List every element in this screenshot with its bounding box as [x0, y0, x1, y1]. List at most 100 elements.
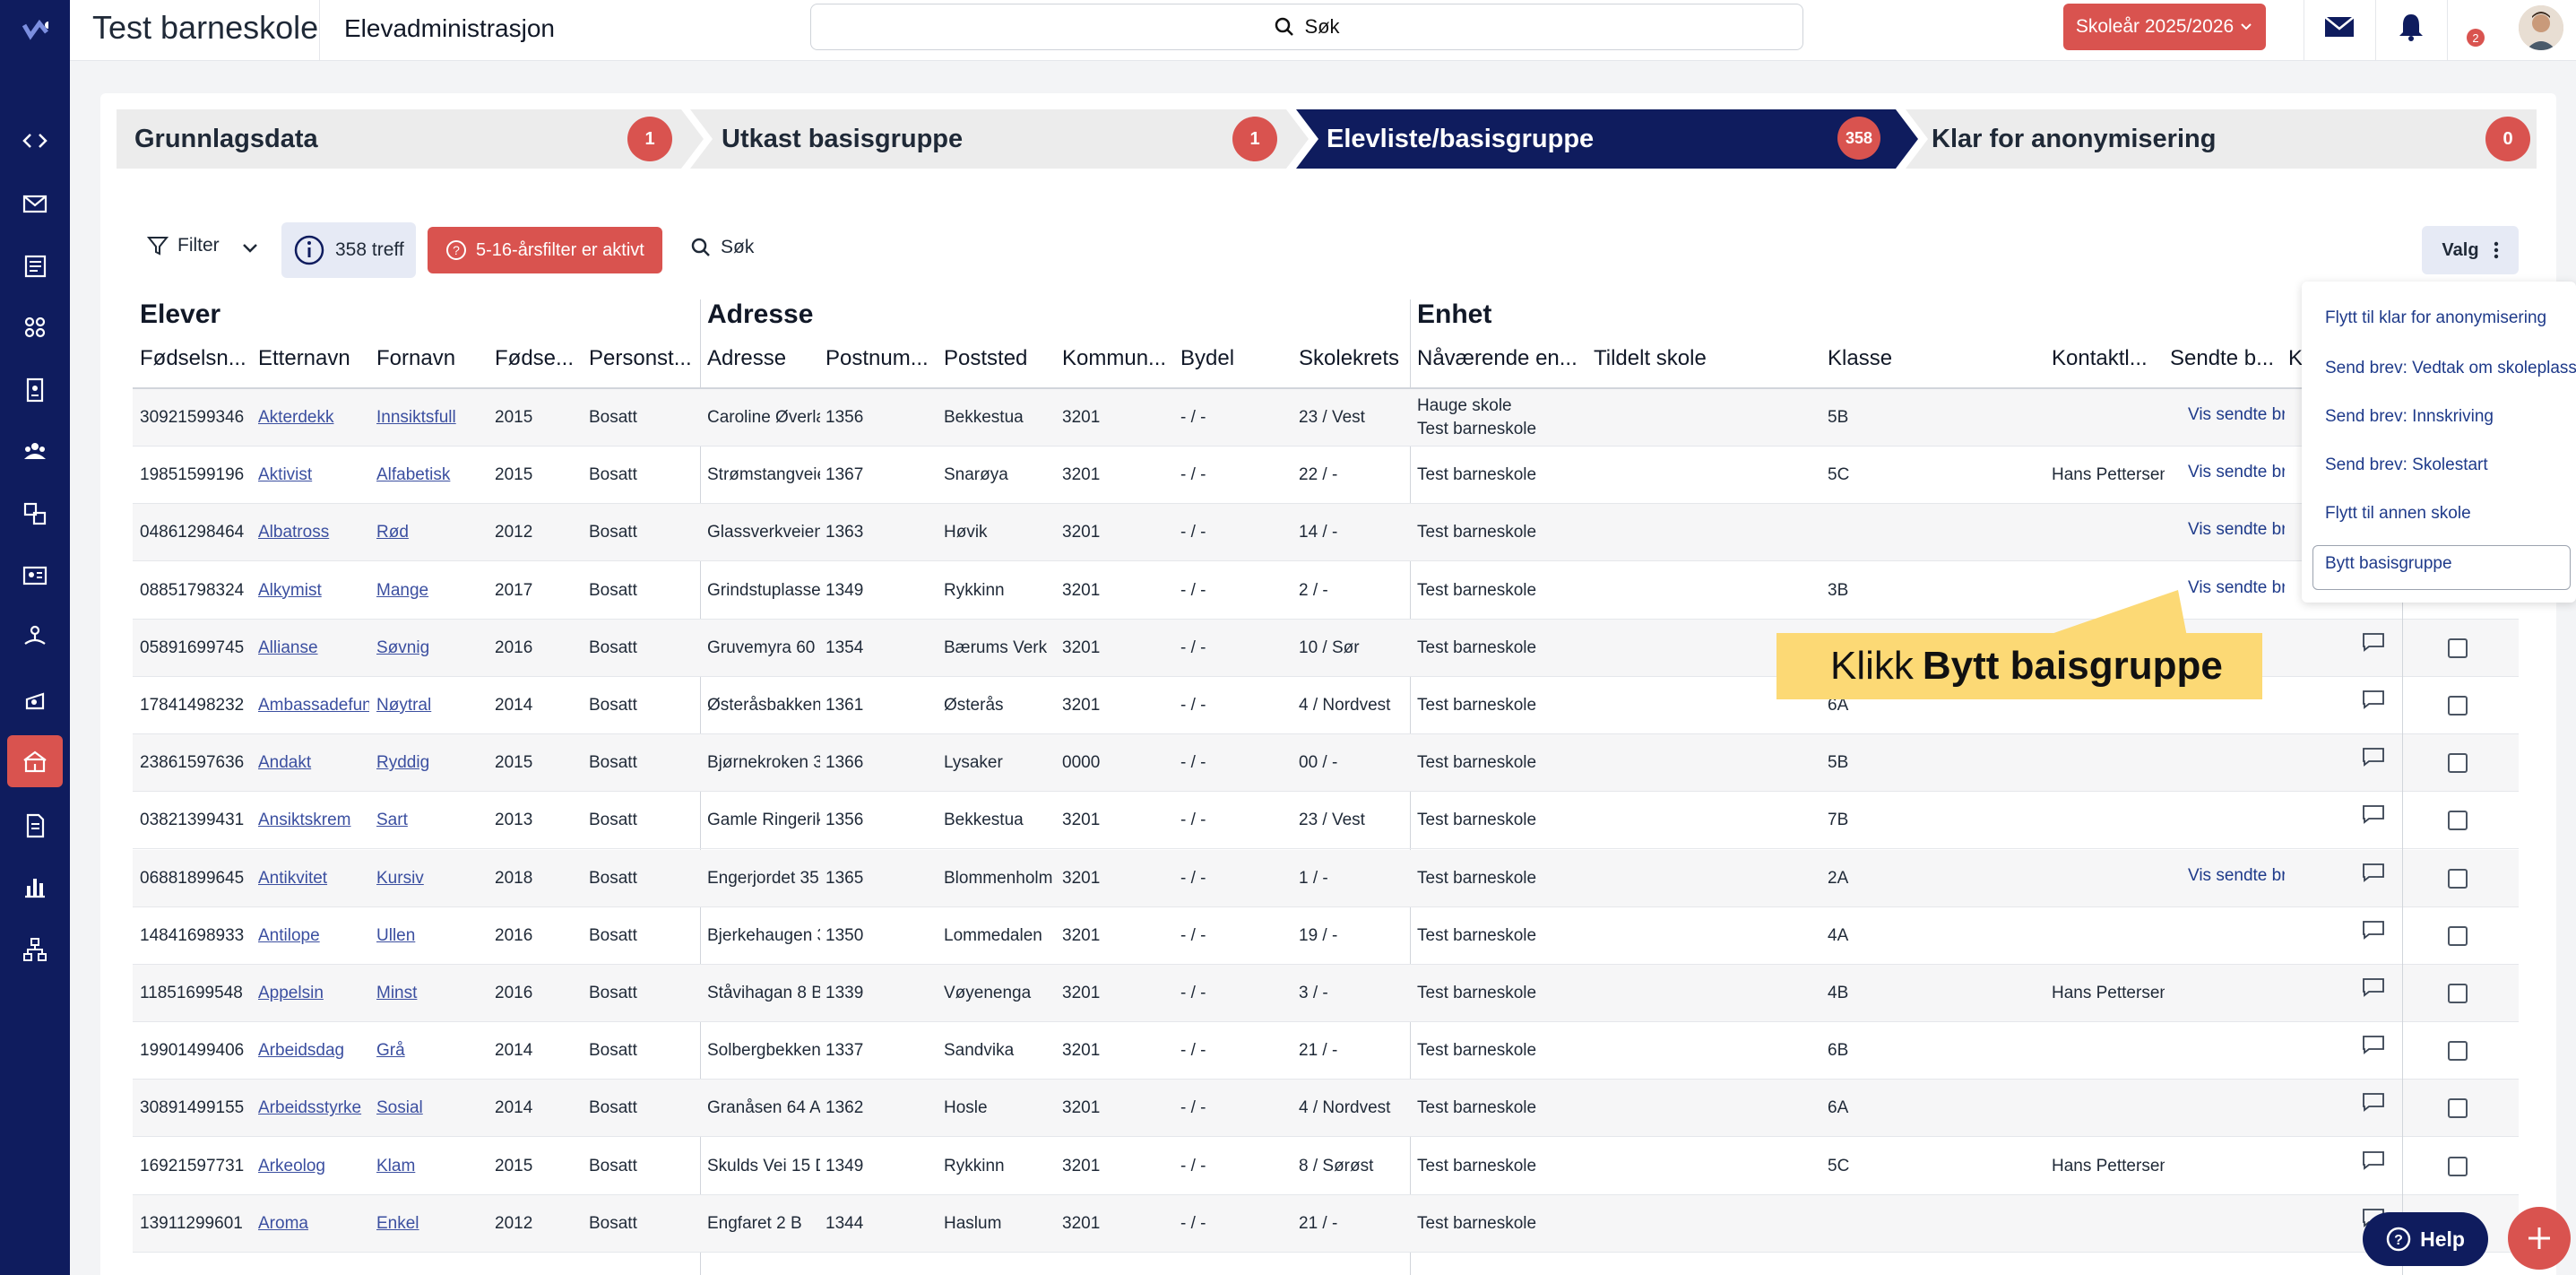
table-row[interactable]: 23861597636 Andakt Ryddig 2015 Bosatt Bjørnek…	[133, 734, 2519, 793]
sidebar-item-flow[interactable]	[0, 611, 70, 664]
column-header[interactable]: Fødselsn...	[140, 346, 256, 371]
row-checkbox[interactable]	[2448, 1098, 2468, 1119]
cell-etternavn[interactable]: Ansiktskrem	[258, 792, 369, 849]
comment-icon[interactable]	[2362, 1150, 2385, 1170]
sidebar-item-org[interactable]	[0, 924, 70, 976]
comment-icon[interactable]	[2362, 1092, 2385, 1113]
comment-icon[interactable]	[2362, 977, 2385, 997]
column-header[interactable]: Etternavn	[258, 346, 373, 371]
vis-sendte-brev-link[interactable]	[2170, 965, 2285, 1022]
column-header[interactable]: Kommun...	[1062, 346, 1179, 371]
cell-fornavn[interactable]: Nøytral	[376, 677, 489, 734]
sidebar-item-logo[interactable]	[0, 4, 70, 56]
column-header[interactable]: Bydel	[1180, 346, 1295, 371]
table-row[interactable]: 19851599196 Aktivist Alfabetisk 2015 Bosatt S…	[133, 447, 2519, 505]
step-elevliste-basisgruppe[interactable]: Elevliste/basisgruppe 358	[1309, 109, 1896, 169]
cell-fornavn[interactable]: Rød	[376, 504, 489, 561]
vis-sendte-brev-link[interactable]	[2170, 907, 2285, 965]
column-header[interactable]: Adresse	[707, 346, 824, 371]
column-header[interactable]: Skolekrets	[1299, 346, 1413, 371]
school-name[interactable]: Test barneskole	[92, 9, 318, 47]
table-row[interactable]: 14841698933 Antilope Ullen 2016 Bosatt Bjerke…	[133, 907, 2519, 965]
sidebar-item-document[interactable]	[0, 800, 70, 852]
column-header[interactable]: Personst...	[589, 346, 704, 371]
cell-fornavn[interactable]: Alfabetisk	[376, 447, 489, 504]
cell-fornavn[interactable]: Enkel	[376, 1195, 489, 1253]
row-checkbox[interactable]	[2448, 696, 2468, 716]
row-checkbox[interactable]	[2448, 925, 2468, 946]
comment-icon[interactable]	[2362, 747, 2385, 768]
vis-sendte-brev-link[interactable]: Vis sendte brev	[2170, 389, 2285, 447]
vis-sendte-brev-link[interactable]	[2170, 1195, 2285, 1253]
vis-sendte-brev-link[interactable]: Vis sendte brev	[2170, 504, 2285, 561]
cell-fornavn[interactable]: Ryddig	[376, 734, 489, 792]
vis-sendte-brev-link[interactable]: Vis sendte brev	[2170, 447, 2285, 504]
global-search-button[interactable]: Søk	[810, 4, 1803, 50]
cell-fornavn[interactable]: Sosial	[376, 1080, 489, 1137]
column-header[interactable]: Kontaktl...	[2052, 346, 2168, 371]
vis-sendte-brev-link[interactable]	[2170, 1080, 2285, 1137]
avatar[interactable]	[2519, 5, 2563, 50]
vis-sendte-brev-link[interactable]	[2170, 1022, 2285, 1080]
row-checkbox[interactable]	[2448, 1156, 2468, 1176]
cell-etternavn[interactable]: Andakt	[258, 734, 369, 792]
menu-item[interactable]: Flytt til annen skole	[2325, 504, 2471, 524]
cell-fornavn[interactable]: Søvnig	[376, 620, 489, 677]
cell-etternavn[interactable]: Albatross	[258, 504, 369, 561]
table-row[interactable]: 16921597731 Arkeolog Klam 2015 Bosatt Skulds …	[133, 1138, 2519, 1195]
cell-etternavn[interactable]: Antikvitet	[258, 850, 369, 907]
cell-etternavn[interactable]: Alkymist	[258, 562, 369, 620]
bell-icon[interactable]	[2395, 11, 2427, 43]
menu-item[interactable]: Flytt til klar for anonymisering	[2325, 308, 2546, 328]
row-checkbox[interactable]	[2448, 1041, 2468, 1062]
cell-etternavn[interactable]: Aroma	[258, 1195, 369, 1253]
step-grunnlagsdata[interactable]: Grunnlagsdata 1	[117, 109, 681, 169]
add-button[interactable]	[2508, 1207, 2571, 1270]
table-row[interactable]: 19901499406 Arbeidsdag Grå 2014 Bosatt Solber…	[133, 1022, 2519, 1080]
row-checkbox[interactable]	[2448, 984, 2468, 1003]
sidebar-item-school[interactable]	[7, 735, 63, 787]
menu-item[interactable]: Send brev: Vedtak om skoleplass	[2325, 359, 2576, 378]
column-header[interactable]: Klasse	[1828, 346, 2043, 371]
vis-sendte-brev-link[interactable]: Vis sendte brev	[2170, 850, 2285, 907]
chevron-down-icon[interactable]	[240, 239, 260, 258]
vis-sendte-brev-link[interactable]	[2170, 1138, 2285, 1195]
sidebar-item-transfer[interactable]	[0, 488, 70, 540]
column-header[interactable]: Nåværende en...	[1417, 346, 1587, 371]
table-row[interactable]: 06881899645 Antikvitet Kursiv 2018 Bosatt Eng…	[133, 849, 2519, 907]
filter-button[interactable]: Filter	[147, 235, 220, 256]
column-header[interactable]: Sendte b...	[2170, 346, 2286, 371]
cell-etternavn[interactable]: Allianse	[258, 620, 369, 677]
column-header[interactable]: Fornavn	[376, 346, 493, 371]
vis-sendte-brev-link[interactable]: Vis sendte brev	[2170, 562, 2285, 620]
vis-sendte-brev-link[interactable]	[2170, 792, 2285, 849]
row-checkbox[interactable]	[2448, 811, 2468, 831]
comment-icon[interactable]	[2362, 1035, 2385, 1055]
cell-fornavn[interactable]: Grå	[376, 1022, 489, 1080]
table-row[interactable]: 04861298464 Albatross Rød 2012 Bosatt Glassve…	[133, 504, 2519, 562]
comment-icon[interactable]	[2362, 690, 2385, 709]
cell-etternavn[interactable]: Arbeidsdag	[258, 1022, 369, 1080]
cell-fornavn[interactable]: Sart	[376, 792, 489, 849]
comment-icon[interactable]	[2362, 804, 2385, 825]
cell-etternavn[interactable]: Akterdekk	[258, 389, 369, 447]
menu-item[interactable]: Send brev: Skolestart	[2325, 455, 2488, 475]
help-button[interactable]: ? Help	[2363, 1212, 2488, 1266]
table-row[interactable]: 30891499155 Arbeidsstyrke Sosial 2014 Bosatt…	[133, 1080, 2519, 1138]
cell-etternavn[interactable]: Ambassadefunksjonær	[258, 677, 369, 734]
cell-etternavn[interactable]: Antilope	[258, 907, 369, 965]
menu-item[interactable]: Send brev: Innskriving	[2325, 407, 2494, 427]
sidebar-item-badge[interactable]	[0, 364, 70, 416]
mail-icon[interactable]	[2323, 14, 2356, 39]
table-search-button[interactable]: Søk	[690, 237, 754, 258]
step-klar-for-anonymisering[interactable]: Klar for anonymisering 0	[1914, 109, 2537, 169]
sidebar-item-group[interactable]	[0, 425, 70, 477]
column-header[interactable]: Fødse...	[495, 346, 584, 371]
cell-fornavn[interactable]: Mange	[376, 562, 489, 620]
cell-fornavn[interactable]: Minst	[376, 965, 489, 1022]
comment-icon[interactable]	[2362, 920, 2385, 940]
sidebar-item-mail[interactable]	[0, 178, 70, 230]
column-header[interactable]: Tildelt skole	[1594, 346, 1818, 371]
cell-fornavn[interactable]: Ullen	[376, 907, 489, 965]
cell-etternavn[interactable]: Arbeidsstyrke	[258, 1080, 369, 1137]
